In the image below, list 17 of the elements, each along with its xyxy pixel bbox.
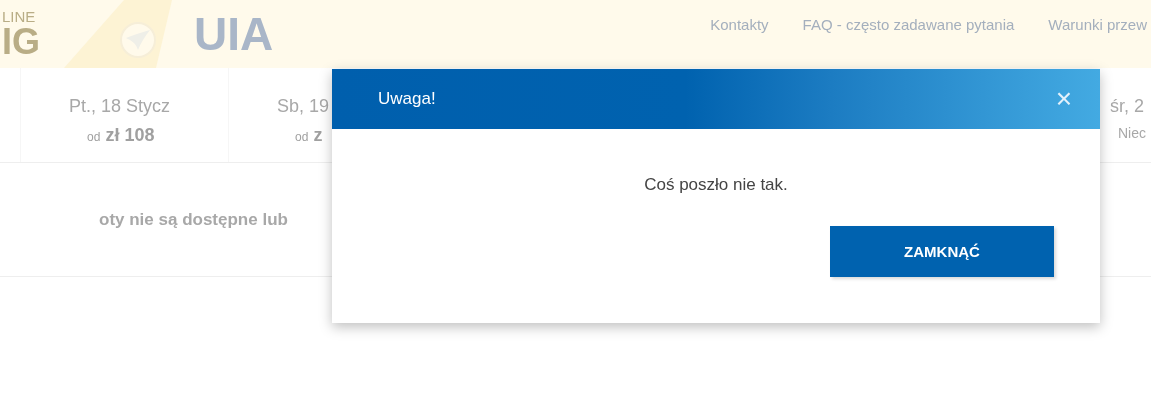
logo-text: LINE [2,8,36,24]
status-label: Niec [1117,125,1147,141]
dialog-message: Coś poszło nie tak. [644,175,788,195]
price-label: od zł 108 [86,125,156,146]
dialog-title: Uwaga! [378,89,436,109]
date-label: Sb, 19 [277,96,331,117]
nav-link[interactable]: FAQ - często zadawane pytania [802,16,1015,33]
close-dialog-button[interactable]: ZAMKNĄĆ [830,226,1054,277]
brand-name: UIA [194,7,274,61]
nav-link[interactable]: Warunki przew [1048,16,1147,33]
close-button[interactable]: × [1055,85,1072,113]
date-label: Pt., 18 Stycz [69,96,172,117]
logo-text: IG [2,23,41,60]
nav-link[interactable]: Kontakty [710,16,769,33]
date-label: śr, 2 [1110,96,1145,117]
notice-text: oty nie są dostępne lub [99,209,288,230]
price-label: od z [294,125,324,146]
